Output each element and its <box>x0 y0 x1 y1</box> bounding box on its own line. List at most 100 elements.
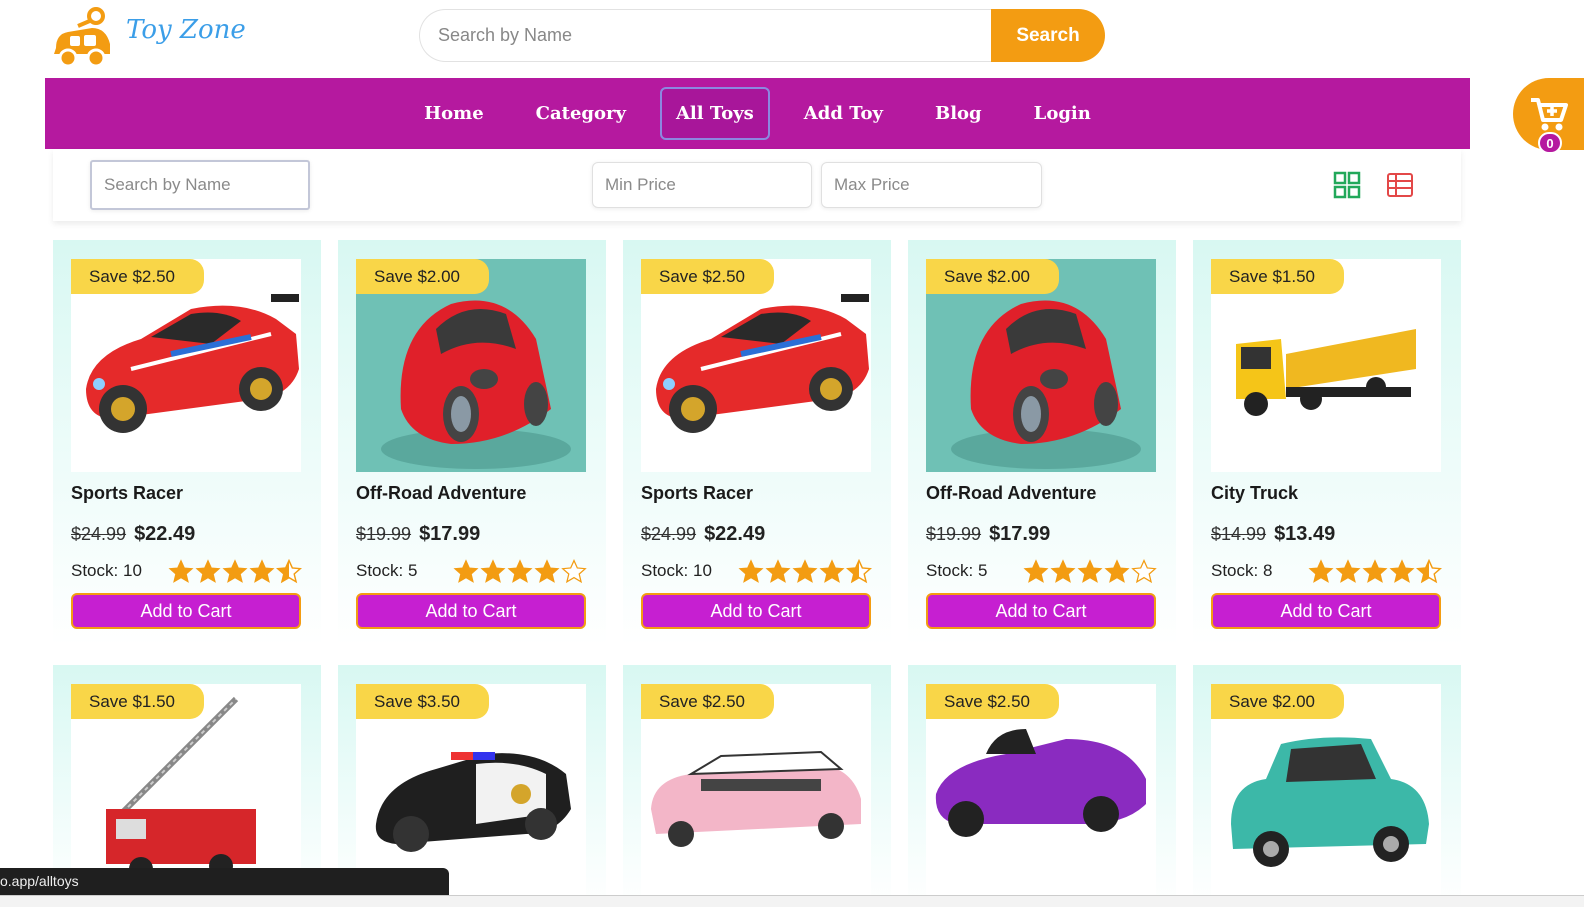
save-badge: Save $3.50 <box>356 684 489 719</box>
rating-stars <box>1308 559 1442 584</box>
search-input[interactable] <box>419 9 991 62</box>
sale-price: $17.99 <box>989 523 1051 545</box>
nav-category[interactable]: Category <box>510 89 652 139</box>
rating-stars <box>1023 559 1157 584</box>
top-search: Search <box>419 9 1105 62</box>
stock-info: Stock: 10 <box>71 561 142 581</box>
stock-label: Stock: <box>71 561 119 580</box>
stock-label: Stock: <box>641 561 689 580</box>
star-icon <box>276 559 302 584</box>
price-row: $19.99 $17.99 <box>926 523 1050 546</box>
stock-info: Stock: 10 <box>641 561 712 581</box>
page: Toy Zone Search HomeCategoryAll ToysAdd … <box>0 0 1584 907</box>
price-row: $19.99 $17.99 <box>356 523 480 546</box>
cart-count-badge: 0 <box>1538 132 1562 154</box>
product-name: Off-Road Adventure <box>356 483 527 503</box>
price-row: $24.99 $22.49 <box>71 523 195 546</box>
star-icon <box>249 559 275 583</box>
toy-car-logo-icon <box>54 7 110 68</box>
add-to-cart-button[interactable]: Add to Cart <box>926 593 1156 629</box>
min-price-input[interactable] <box>592 162 812 208</box>
save-badge: Save $2.50 <box>71 259 204 294</box>
star-icon <box>453 559 479 583</box>
save-badge: Save $1.50 <box>1211 259 1344 294</box>
save-badge: Save $2.00 <box>1211 684 1344 719</box>
star-icon <box>1416 559 1442 584</box>
star-icon <box>507 559 533 583</box>
brand-name: Toy Zone <box>126 15 246 45</box>
nav-all-toys[interactable]: All Toys <box>659 87 770 140</box>
stock-count: 10 <box>692 561 712 580</box>
product-card: Save $2.50 Sports Racer $24.99 $22.49 Stock:… <box>53 240 321 646</box>
sale-price: $22.49 <box>134 523 196 545</box>
save-badge: Save $1.50 <box>71 684 204 719</box>
star-icon <box>195 559 221 583</box>
stock-count: 10 <box>122 561 142 580</box>
save-badge: Save $2.50 <box>926 684 1059 719</box>
price-row: $14.99 $13.49 <box>1211 523 1335 546</box>
star-icon <box>1077 559 1103 583</box>
table-view-icon[interactable] <box>1386 171 1414 199</box>
star-icon <box>561 559 587 584</box>
nav-login[interactable]: Login <box>1008 89 1117 139</box>
stock-count: 5 <box>977 561 988 580</box>
nav-home[interactable]: Home <box>398 89 510 139</box>
max-price-input[interactable] <box>821 162 1042 208</box>
original-price: $19.99 <box>356 524 412 544</box>
stock-label: Stock: <box>926 561 974 580</box>
add-to-cart-button[interactable]: Add to Cart <box>1211 593 1441 629</box>
link-status-bar: o.app/alltoys <box>0 868 449 895</box>
filter-name-input[interactable] <box>90 160 310 210</box>
product-card: Save $2.50 <box>623 665 891 905</box>
stock-info: Stock: 5 <box>356 561 417 581</box>
stock-info: Stock: 8 <box>1211 561 1272 581</box>
sale-price: $13.49 <box>1274 523 1336 545</box>
star-icon <box>480 559 506 583</box>
cart-icon <box>1530 98 1568 131</box>
product-card: Save $2.50 Sports Racer $24.99 $22.49 Stock:… <box>623 240 891 646</box>
original-price: $24.99 <box>71 524 127 544</box>
star-icon <box>792 559 818 583</box>
star-icon <box>1335 559 1361 583</box>
grid-view-icon[interactable] <box>1333 171 1361 199</box>
product-name: Sports Racer <box>641 483 754 503</box>
sale-price: $22.49 <box>704 523 766 545</box>
star-icon <box>846 559 872 584</box>
window-bottom-edge <box>0 895 1584 907</box>
product-name: City Truck <box>1211 483 1299 503</box>
save-badge: Save $2.50 <box>641 684 774 719</box>
product-card: Save $2.00 Off-Road Adventure $19.99 $17.99… <box>338 240 606 646</box>
star-icon <box>534 559 560 583</box>
star-icon <box>1362 559 1388 583</box>
save-badge: Save $2.50 <box>641 259 774 294</box>
original-price: $14.99 <box>1211 524 1267 544</box>
star-icon <box>819 559 845 583</box>
nav-blog[interactable]: Blog <box>909 89 1008 139</box>
star-icon <box>1389 559 1415 583</box>
star-icon <box>738 559 764 583</box>
add-to-cart-button[interactable]: Add to Cart <box>356 593 586 629</box>
save-badge: Save $2.00 <box>926 259 1059 294</box>
search-button[interactable]: Search <box>991 9 1105 62</box>
rating-stars <box>738 559 872 584</box>
main-nav: Home Category All Toys Add Toy Blog Login <box>45 78 1470 149</box>
product-card: Save $2.00 <box>1193 665 1461 905</box>
sale-price: $17.99 <box>419 523 481 545</box>
original-price: $19.99 <box>926 524 982 544</box>
star-icon <box>222 559 248 583</box>
add-to-cart-button[interactable]: Add to Cart <box>71 593 301 629</box>
rating-stars <box>168 559 302 584</box>
star-icon <box>1050 559 1076 583</box>
stock-count: 8 <box>1262 561 1273 580</box>
nav-add-toy[interactable]: Add Toy <box>778 89 909 139</box>
original-price: $24.99 <box>641 524 697 544</box>
price-row: $24.99 $22.49 <box>641 523 765 546</box>
product-card: Save $2.50 <box>908 665 1176 905</box>
rating-stars <box>453 559 587 584</box>
star-icon <box>1131 559 1157 584</box>
star-icon <box>1308 559 1334 583</box>
add-to-cart-button[interactable]: Add to Cart <box>641 593 871 629</box>
save-badge: Save $2.00 <box>356 259 489 294</box>
logo[interactable]: Toy Zone <box>48 2 248 72</box>
star-icon <box>765 559 791 583</box>
